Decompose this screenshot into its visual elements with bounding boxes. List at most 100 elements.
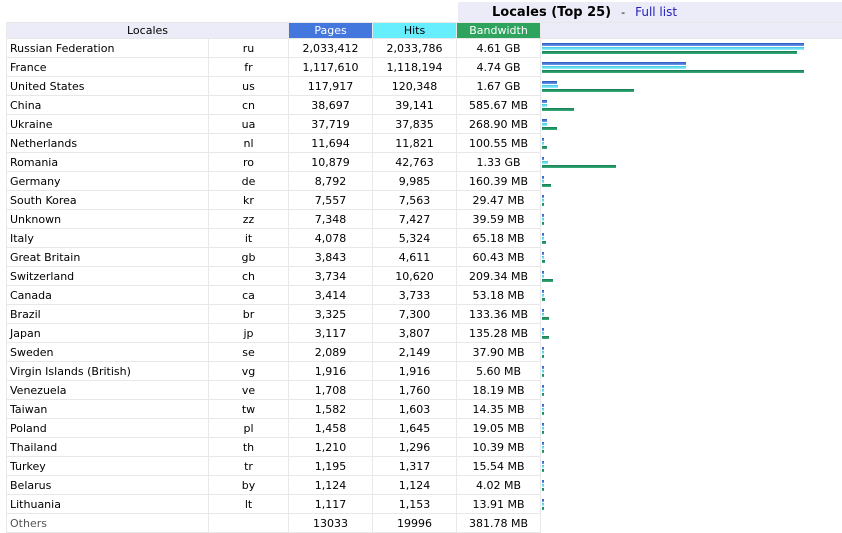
pages-value: 1,117,610	[289, 58, 373, 77]
locale-name: Virgin Islands (British)	[7, 362, 209, 381]
locale-code: ua	[209, 115, 289, 134]
bandwidth-value: 1.67 GB	[457, 77, 541, 96]
panel-header: Locales (Top 25) - Full list	[6, 2, 842, 22]
title-separator: -	[621, 6, 625, 19]
hits-value: 1,645	[373, 419, 457, 438]
bandwidth-bar	[542, 203, 544, 206]
column-header-bandwidth[interactable]: Bandwidth	[457, 23, 541, 39]
hits-bar	[542, 389, 544, 392]
bar-graph-cell	[541, 400, 842, 419]
pages-value: 3,325	[289, 305, 373, 324]
bandwidth-bar	[542, 222, 544, 225]
bandwidth-value: 5.60 MB	[457, 362, 541, 381]
hits-bar	[542, 332, 544, 335]
bandwidth-bar	[542, 488, 544, 491]
bandwidth-bar	[542, 431, 544, 434]
bandwidth-value: 133.36 MB	[457, 305, 541, 324]
full-list-link[interactable]: Full list	[635, 5, 677, 19]
pages-value: 3,734	[289, 267, 373, 286]
bandwidth-value: 1.33 GB	[457, 153, 541, 172]
pages-bar	[542, 423, 544, 426]
bandwidth-value: 39.59 MB	[457, 210, 541, 229]
locale-name: Canada	[7, 286, 209, 305]
locale-name: Russian Federation	[7, 39, 209, 58]
bandwidth-bar	[542, 355, 544, 358]
pages-value: 1,117	[289, 495, 373, 514]
hits-value: 1,124	[373, 476, 457, 495]
locale-name: Belarus	[7, 476, 209, 495]
pages-bar	[542, 404, 544, 407]
hits-bar	[542, 218, 544, 221]
locale-code: gb	[209, 248, 289, 267]
pages-value: 2,033,412	[289, 39, 373, 58]
hits-value: 7,427	[373, 210, 457, 229]
pages-bar	[542, 138, 544, 141]
hits-bar	[542, 465, 544, 468]
table-row: Switzerlandch3,73410,620209.34 MB	[7, 267, 842, 286]
locale-code: nl	[209, 134, 289, 153]
table-row: United Statesus117,917120,3481.67 GB	[7, 77, 842, 96]
locale-code: fr	[209, 58, 289, 77]
bar-graph-cell	[541, 248, 842, 267]
bandwidth-bar	[542, 127, 557, 130]
pages-value: 10,879	[289, 153, 373, 172]
hits-value: 11,821	[373, 134, 457, 153]
pages-bar	[542, 176, 544, 179]
pages-bar	[542, 290, 544, 293]
hits-bar	[542, 313, 544, 316]
table-row: Netherlandsnl11,69411,821100.55 MB	[7, 134, 842, 153]
column-header-locales[interactable]: Locales	[7, 23, 289, 39]
locale-name: Ukraine	[7, 115, 209, 134]
pages-value: 3,117	[289, 324, 373, 343]
bar-graph-cell	[541, 343, 842, 362]
table-row: Russian Federationru2,033,4122,033,7864.…	[7, 39, 842, 58]
locale-code: lt	[209, 495, 289, 514]
locale-name: Germany	[7, 172, 209, 191]
pages-bar	[542, 366, 544, 369]
locale-code: tr	[209, 457, 289, 476]
bar-group	[542, 286, 842, 304]
bandwidth-value: 10.39 MB	[457, 438, 541, 457]
bandwidth-bar	[542, 412, 544, 415]
column-header-hits[interactable]: Hits	[373, 23, 457, 39]
panel-title: Locales (Top 25)	[492, 5, 611, 20]
locale-code: ve	[209, 381, 289, 400]
pages-bar	[542, 499, 544, 502]
bar-graph-cell	[541, 286, 842, 305]
hits-bar	[542, 370, 544, 373]
bandwidth-value: 268.90 MB	[457, 115, 541, 134]
pages-bar	[542, 119, 547, 122]
bar-graph-cell	[541, 96, 842, 115]
pages-value: 4,078	[289, 229, 373, 248]
hits-bar	[542, 142, 544, 145]
hits-bar	[542, 104, 547, 107]
hits-bar	[542, 180, 544, 183]
locale-code: jp	[209, 324, 289, 343]
bar-group	[542, 324, 842, 342]
bandwidth-bar	[542, 70, 804, 73]
hits-value: 1,296	[373, 438, 457, 457]
pages-value: 11,694	[289, 134, 373, 153]
bar-graph-cell	[541, 229, 842, 248]
pages-bar	[542, 480, 544, 483]
table-row: Virgin Islands (British)vg1,9161,9165.60…	[7, 362, 842, 381]
locale-name: France	[7, 58, 209, 77]
hits-value: 5,324	[373, 229, 457, 248]
locale-name: Turkey	[7, 457, 209, 476]
hits-bar	[542, 427, 544, 430]
locale-name: Japan	[7, 324, 209, 343]
hits-value: 9,985	[373, 172, 457, 191]
column-header-pages[interactable]: Pages	[289, 23, 373, 39]
bar-group	[542, 210, 842, 228]
bar-graph-cell	[541, 476, 842, 495]
bandwidth-value: 60.43 MB	[457, 248, 541, 267]
table-row: Lithuanialt1,1171,15313.91 MB	[7, 495, 842, 514]
bandwidth-bar	[542, 146, 547, 149]
pages-bar	[542, 309, 544, 312]
hits-bar	[542, 294, 544, 297]
locale-code: ca	[209, 286, 289, 305]
bar-group	[542, 381, 842, 399]
bandwidth-value: 4.74 GB	[457, 58, 541, 77]
bandwidth-bar	[542, 393, 544, 396]
bandwidth-value: 65.18 MB	[457, 229, 541, 248]
